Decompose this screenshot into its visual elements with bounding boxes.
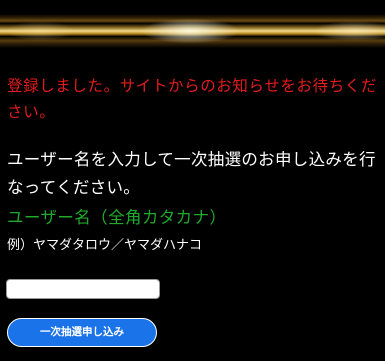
instruction-text: ユーザー名を入力して一次抽選のお申し込みを行なってください。	[7, 150, 376, 197]
username-input[interactable]	[6, 279, 160, 299]
username-field-label: ユーザー名（全角カタカナ）	[7, 208, 227, 227]
lottery-apply-button[interactable]: 一次抽選申し込み	[7, 318, 157, 347]
gold-banner-divider	[0, 14, 385, 48]
username-example-text: 例）ヤマダタロウ／ヤマダハナコ	[7, 238, 203, 253]
registration-notice: 登録しました。サイトからのお知らせをお待ちください。	[7, 77, 377, 121]
